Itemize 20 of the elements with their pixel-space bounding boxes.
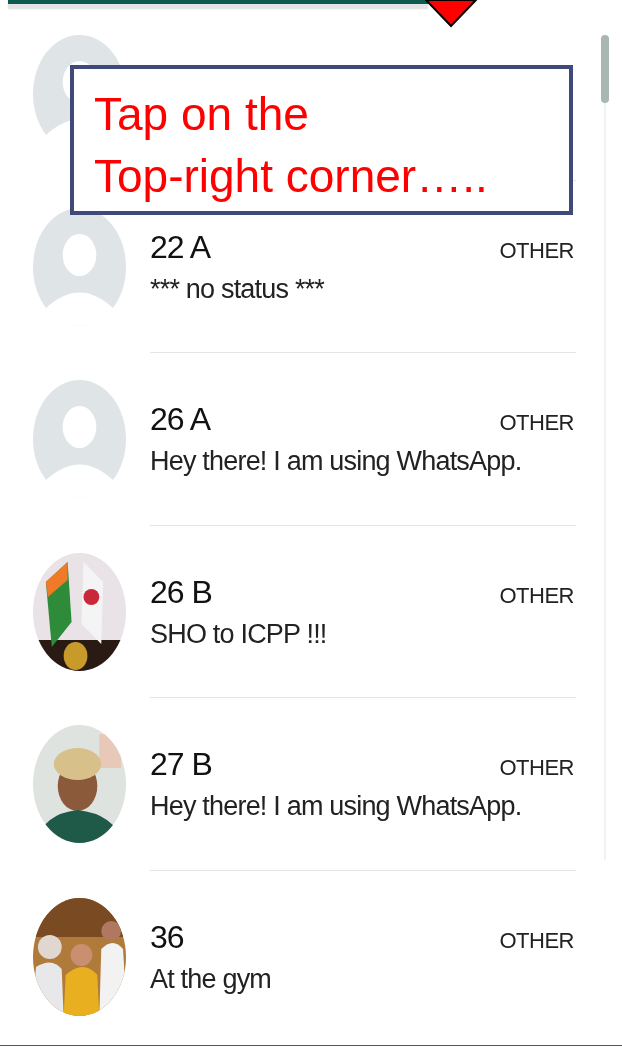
contact-name: 36 [150,918,184,956]
contact-name: 26 B [150,573,212,611]
contact-type: OTHER [499,582,574,609]
contact-status: SHO to ICPP !!! [150,618,327,650]
contact-type: OTHER [499,237,574,264]
contact-type: OTHER [499,755,574,781]
contact-status: At the gym [150,963,272,995]
contact-status: *** no status *** [150,273,325,305]
annotation-callout: Tap on the Top-right corner….. [70,65,573,215]
contact-name: 26 A [150,401,211,438]
contact-name: 27 B [150,746,212,783]
contact-status: Hey there! I am using WhatsApp. [150,791,522,822]
contact-type: OTHER [499,927,574,954]
avatar-placeholder-icon [32,206,127,327]
contact-status: Hey there! I am using WhatsApp. [150,446,522,477]
avatar-placeholder-icon [32,379,127,500]
contact-name: 22 A [150,228,211,266]
contact-type: OTHER [499,410,574,436]
pointer-marker [424,0,478,28]
scrollbar-thumb[interactable] [601,35,609,103]
